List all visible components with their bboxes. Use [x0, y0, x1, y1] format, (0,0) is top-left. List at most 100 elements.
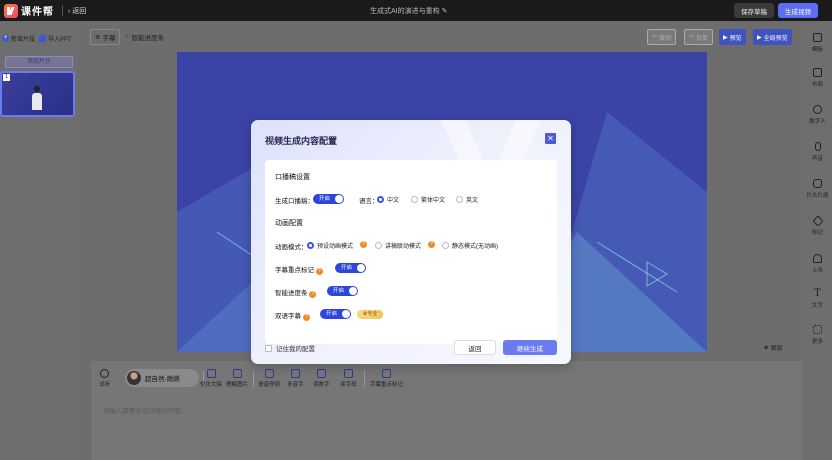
language-radio-traditional[interactable]: 繁体中文: [411, 195, 445, 204]
radio-dot: [375, 242, 382, 249]
new-slide-button[interactable]: + 新增片段: [2, 34, 35, 43]
read-letter-button[interactable]: 读字母: [340, 369, 357, 388]
tool-label: 读字母: [340, 382, 357, 388]
redo-icon: ↷: [689, 34, 695, 41]
sidebar-item-digital-human[interactable]: 数字人: [803, 105, 832, 125]
sidebar-item-voice[interactable]: 声音: [803, 142, 832, 162]
layer-button[interactable]: ◈ 图层: [764, 343, 783, 352]
subtitle-highlight-toggle[interactable]: 开启: [335, 263, 366, 273]
bilingual-subtitle-toggle[interactable]: 开启: [320, 309, 351, 319]
play-icon: ▶: [757, 34, 762, 41]
sidebar-item-label: 布局: [811, 82, 823, 88]
voice-pause-button[interactable]: 语音停顿: [258, 369, 280, 388]
audition-button[interactable]: 试听: [99, 369, 110, 388]
redo-label: 恢复: [696, 35, 709, 42]
language-radio-chinese[interactable]: 中文: [377, 195, 399, 204]
save-draft-button[interactable]: 保存草稿: [734, 3, 774, 18]
back-link[interactable]: ‹ 返回: [68, 6, 86, 16]
continue-generate-button[interactable]: 继续生成: [503, 340, 557, 355]
smart-progress-button[interactable]: ✧ 智能进度条: [124, 29, 164, 45]
radio-dot: [442, 242, 449, 249]
understand-image-button[interactable]: 理解图片: [226, 369, 248, 388]
animation-mode-label: 动画模式：: [275, 244, 308, 251]
undo-label: 撤销: [659, 35, 672, 42]
generate-video-button[interactable]: 生成视频: [778, 3, 818, 18]
polyphone-button[interactable]: 多音字: [287, 369, 304, 388]
language-label: 语言：: [359, 198, 379, 205]
tool-label: 理解图片: [226, 382, 249, 388]
add-header-button[interactable]: 添加片头: [5, 56, 73, 68]
more-icon: [813, 325, 822, 334]
radio-label: 讲稿联动模式: [385, 244, 422, 250]
close-icon[interactable]: ✕: [545, 133, 556, 144]
import-ppt-label: 导入PPT: [48, 37, 72, 43]
sidebar-item-label: 文字: [811, 303, 823, 309]
animation-radio-linked[interactable]: 讲稿联动模式: [375, 241, 421, 250]
read-number-button[interactable]: 读数字: [313, 369, 330, 388]
divider: [364, 371, 365, 387]
help-icon[interactable]: ?: [309, 291, 317, 298]
full-preview-label: 全局预览: [763, 35, 788, 42]
preview-button[interactable]: ▶ 预览: [719, 29, 746, 45]
radio-dot: [377, 196, 384, 203]
layers-icon: ◈: [764, 345, 769, 351]
layout-icon: [813, 68, 822, 77]
help-icon[interactable]: ?: [360, 241, 367, 248]
brand-logo: 课件帮: [4, 3, 54, 18]
back-label: 返回: [72, 8, 87, 15]
smart-progress-label: 智能进度条: [131, 35, 164, 42]
remember-config-checkbox[interactable]: 记住我的配置: [265, 343, 315, 353]
config-card: 口播稿设置 生成口播稿： 开启 语言： 中文 繁体中文 英文 动画配置 动画模式…: [265, 160, 557, 344]
document-title[interactable]: 生成式AI的演进与重构 ✎: [370, 6, 447, 16]
sidebar-item-label: 标记: [811, 230, 823, 236]
sidebar-item-more[interactable]: 更多: [803, 325, 832, 345]
smart-progress-toggle[interactable]: 开启: [327, 286, 358, 296]
voice-selector[interactable]: 超自然-燃燃: [125, 369, 199, 387]
brand-name: 课件帮: [21, 7, 54, 18]
vip-badge: ♛专业: [357, 310, 383, 319]
subtitle-highlight-button[interactable]: 字幕重点标记: [370, 369, 403, 388]
radio-label: 繁体中文: [421, 198, 446, 204]
help-icon[interactable]: ?: [315, 268, 323, 275]
avatar-icon: [813, 105, 822, 114]
dialog-title: 视频生成内容配置: [265, 136, 338, 146]
sidebar-item-layout[interactable]: 布局: [803, 68, 832, 88]
voice-avatar: [127, 371, 141, 385]
help-icon[interactable]: ?: [302, 314, 310, 321]
animation-radio-static[interactable]: 静态模式(无动画): [442, 241, 498, 250]
audition-label: 试听: [99, 382, 111, 388]
full-preview-button[interactable]: ▶ 全局预览: [753, 29, 792, 45]
script-editor-panel: 试听 超自然-燃燃 优化文稿 理解图片 语音停顿 多音字 读数字 读字母 字幕重…: [91, 361, 803, 460]
redo-button[interactable]: ↷ 恢复: [684, 29, 714, 45]
optimize-script-button[interactable]: 优化文稿: [200, 369, 222, 388]
divider: [62, 5, 63, 16]
sidebar-item-tag[interactable]: 标记: [803, 215, 832, 236]
animation-radio-preset[interactable]: 预设动画模式: [307, 241, 353, 250]
language-radio-english[interactable]: 英文: [456, 195, 478, 204]
sidebar-item-template[interactable]: 模板: [803, 33, 832, 53]
play-circle-icon: [100, 369, 109, 378]
help-icon[interactable]: ?: [428, 241, 435, 248]
import-ppt-button[interactable]: 导入PPT: [39, 34, 72, 43]
right-sidebar: 模板 布局 数字人 声音 片头片尾 标记 上传 T 文字 更多: [803, 21, 832, 460]
subtitle-button[interactable]: ⊕ 字幕: [90, 29, 121, 45]
checkbox[interactable]: [265, 344, 272, 352]
edit-icon[interactable]: ✎: [442, 8, 448, 15]
sidebar-item-text[interactable]: T 文字: [803, 289, 832, 310]
smart-progress-text: 智能进度条: [275, 290, 308, 297]
sidebar-item-upload[interactable]: 上传: [803, 254, 832, 274]
subtitle-highlight-text: 字幕重点标记: [275, 267, 314, 274]
sidebar-item-intro-outro[interactable]: 片头片尾: [803, 179, 832, 199]
generate-narration-toggle[interactable]: 开启: [313, 194, 344, 204]
back-button[interactable]: 返回: [454, 340, 496, 355]
magic-wand-icon: [206, 369, 216, 378]
slide-thumbnail[interactable]: 1: [0, 71, 75, 117]
image-icon: [232, 369, 242, 378]
radio-label: 中文: [387, 198, 400, 204]
sidebar-item-label: 数字人: [809, 119, 826, 125]
play-icon: ▶: [723, 34, 728, 41]
animation-section-title: 动画配置: [275, 220, 303, 227]
undo-button[interactable]: ↶ 撤销: [647, 29, 677, 45]
script-input[interactable]: 请输入需要生成分镜的内容...: [103, 405, 186, 415]
sidebar-item-label: 声音: [811, 156, 823, 162]
